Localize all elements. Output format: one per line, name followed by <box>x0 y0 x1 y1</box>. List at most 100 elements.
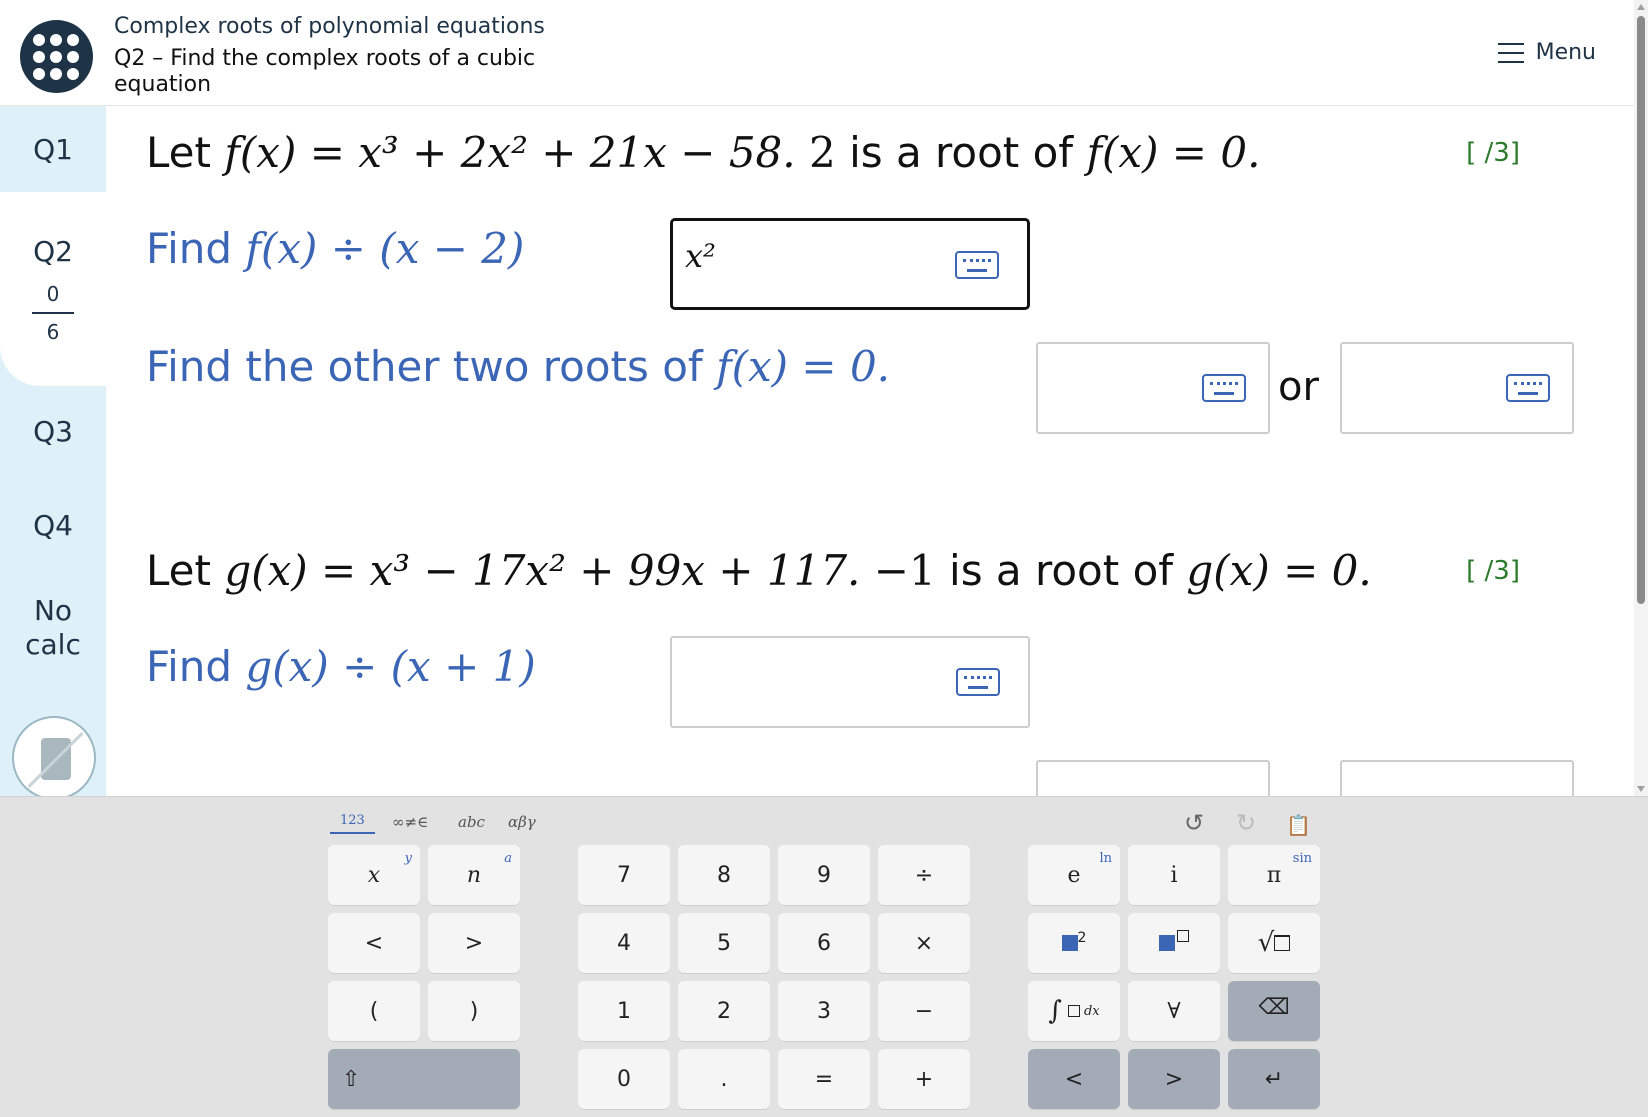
keyboard-icon[interactable] <box>1506 374 1550 402</box>
key-x[interactable]: xy <box>328 845 420 905</box>
enter-icon: ↵ <box>1264 1066 1284 1092</box>
key-equals[interactable]: = <box>778 1049 870 1109</box>
menu-button[interactable]: Menu <box>1497 40 1596 65</box>
stem-root-text: is a root of <box>935 546 1187 595</box>
key-sqrt[interactable]: √ <box>1228 913 1320 973</box>
keyboard-icon[interactable] <box>1202 374 1246 402</box>
stem-function: f(x) <box>224 128 297 177</box>
answer-value: x² <box>685 237 716 275</box>
key-6[interactable]: 6 <box>778 913 870 973</box>
key-2[interactable]: 2 <box>678 981 770 1041</box>
key-plus[interactable]: + <box>878 1049 970 1109</box>
score-value: 0 <box>46 281 60 306</box>
keyboard-tab-symbols[interactable]: ∞≠∈ <box>392 813 428 831</box>
sidebar-item-label: Q3 <box>33 414 73 448</box>
scroll-up-icon[interactable] <box>1637 4 1645 10</box>
undo-icon[interactable]: ↺ <box>1184 809 1204 837</box>
root-4-input[interactable] <box>1340 760 1574 796</box>
root-1-input[interactable] <box>1036 342 1270 434</box>
key-1[interactable]: 1 <box>578 981 670 1041</box>
key-i[interactable]: i <box>1128 845 1220 905</box>
chevron-right-icon: > <box>1164 1066 1184 1092</box>
scroll-down-icon[interactable] <box>1637 786 1645 792</box>
hamburger-icon <box>1497 42 1524 63</box>
key-integral[interactable]: ∫ dx <box>1028 981 1120 1041</box>
root-2-input[interactable] <box>1340 342 1574 434</box>
key-greater-than[interactable]: > <box>428 913 520 973</box>
math-keyboard: 123 ∞≠∈ abc αβγ ↺ ↻ 📋 xy na < > ( ) ⇧ 7 … <box>0 796 1648 1117</box>
header: Complex roots of polynomial equations Q2… <box>0 0 1634 106</box>
cursor-left-key[interactable]: < <box>1028 1049 1120 1109</box>
score-total: 6 <box>46 319 60 344</box>
shift-icon: ⇧ <box>342 1066 361 1092</box>
question-stem-g: Let g(x) = x³ − 17x² + 99x + 117. −1 is … <box>146 546 1372 595</box>
calculator-disabled-icon[interactable] <box>12 716 96 796</box>
redo-icon[interactable]: ↻ <box>1236 809 1256 837</box>
roots-prompt-f: Find the other two roots of f(x) = 0. <box>146 342 890 391</box>
key-8[interactable]: 8 <box>678 845 770 905</box>
sidebar-item-label: No calc <box>25 594 81 661</box>
stem-prefix: Let <box>146 546 225 595</box>
menu-label: Menu <box>1535 40 1596 65</box>
marks-indicator: [ /3] <box>1466 556 1520 586</box>
keyboard-icon[interactable] <box>956 668 1000 696</box>
prompt-expression: f(x) = 0. <box>716 342 891 391</box>
key-multiply[interactable]: × <box>878 913 970 973</box>
key-e[interactable]: e ln <box>1028 845 1120 905</box>
cursor-right-key[interactable]: > <box>1128 1049 1220 1109</box>
key-less-than[interactable]: < <box>328 913 420 973</box>
course-title: Complex roots of polynomial equations <box>114 14 545 39</box>
key-pi[interactable]: π sin <box>1228 845 1320 905</box>
key-n[interactable]: na <box>428 845 520 905</box>
square-icon <box>1061 935 1078 951</box>
stem-root-equation: g(x) = 0. <box>1186 546 1372 595</box>
keyboard-tab-numbers[interactable]: 123 <box>330 813 375 834</box>
key-open-paren[interactable]: ( <box>328 981 420 1041</box>
key-9[interactable]: 9 <box>778 845 870 905</box>
key-divide[interactable]: ÷ <box>878 845 970 905</box>
or-label: or <box>1278 364 1319 410</box>
chevron-left-icon: < <box>1064 1066 1084 1092</box>
stem-root: 2 <box>808 128 836 177</box>
keyboard-tab-letters[interactable]: abc <box>458 813 485 831</box>
backspace-key[interactable]: ⌫ <box>1228 981 1320 1041</box>
sidebar-item-q2[interactable]: Q2 0 6 <box>0 192 106 386</box>
key-4[interactable]: 4 <box>578 913 670 973</box>
root-3-input[interactable] <box>1036 760 1270 796</box>
keyboard-tab-greek[interactable]: αβγ <box>508 813 536 831</box>
prompt-label: Find the other two roots of <box>146 342 717 391</box>
page-scrollbar[interactable] <box>1634 0 1648 796</box>
key-3[interactable]: 3 <box>778 981 870 1041</box>
key-power[interactable] <box>1128 913 1220 973</box>
division-answer-g-input[interactable] <box>670 636 1030 728</box>
key-square[interactable]: 2 <box>1028 913 1120 973</box>
sidebar-item-q3[interactable]: Q3 <box>0 386 106 476</box>
division-prompt-f: Find f(x) ÷ (x − 2) <box>146 224 524 273</box>
sidebar-item-label: Q4 <box>33 508 73 542</box>
sidebar-item-label: Q2 <box>33 234 73 268</box>
scroll-thumb[interactable] <box>1637 16 1645 604</box>
app-logo[interactable] <box>20 20 93 93</box>
prompt-label: Find <box>146 642 246 691</box>
key-close-paren[interactable]: ) <box>428 981 520 1041</box>
key-7[interactable]: 7 <box>578 845 670 905</box>
key-for-all[interactable]: ∀ <box>1128 981 1220 1041</box>
key-decimal[interactable]: . <box>678 1049 770 1109</box>
key-0[interactable]: 0 <box>578 1049 670 1109</box>
sidebar-item-no-calc[interactable]: No calc <box>0 574 106 682</box>
integral-icon: ∫ <box>1048 996 1062 1026</box>
key-minus[interactable]: − <box>878 981 970 1041</box>
enter-key[interactable]: ↵ <box>1228 1049 1320 1109</box>
division-answer-f-input[interactable]: x² <box>670 218 1030 310</box>
clipboard-icon[interactable]: 📋 <box>1286 813 1311 837</box>
question-title: Q2 – Find the complex roots of a cubic e… <box>114 46 536 97</box>
sqrt-icon: √ <box>1257 928 1275 958</box>
keyboard-icon[interactable] <box>955 251 999 279</box>
stem-root: −1 <box>873 546 936 595</box>
key-5[interactable]: 5 <box>678 913 770 973</box>
sidebar-item-q4[interactable]: Q4 <box>0 478 106 572</box>
question-sidebar: Q1 Q2 0 6 Q3 Q4 No calc <box>0 106 106 796</box>
sidebar-item-q1[interactable]: Q1 <box>0 106 106 192</box>
power-icon <box>1159 935 1175 951</box>
shift-key[interactable]: ⇧ <box>328 1049 520 1109</box>
